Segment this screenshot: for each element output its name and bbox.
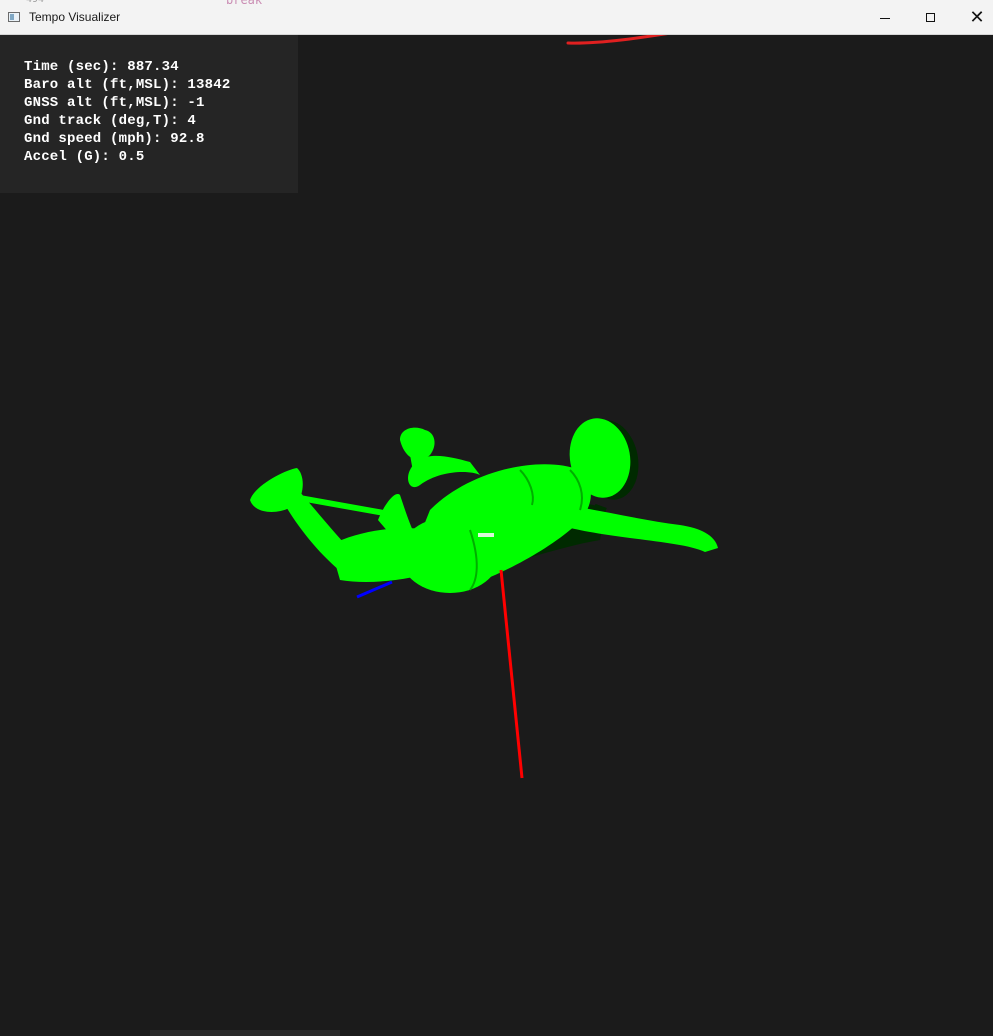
background-window-peek-text: break <box>226 0 263 7</box>
red-annotation-stroke <box>566 35 668 45</box>
blue-axis-line <box>356 580 393 599</box>
telemetry-hud: Time (sec): 887.34 Baro alt (ft,MSL): 13… <box>0 35 298 193</box>
hud-gnss-alt: GNSS alt (ft,MSL): -1 <box>24 95 205 111</box>
background-window-peek: 494 <box>26 0 44 5</box>
hud-time: Time (sec): 887.34 <box>24 59 179 75</box>
hud-gnd-speed: Gnd speed (mph): 92.8 <box>24 131 205 147</box>
minimize-icon <box>880 18 890 19</box>
background-window-peek-bottom <box>150 1030 340 1036</box>
hud-baro-alt: Baro alt (ft,MSL): 13842 <box>24 77 231 93</box>
hud-accel: Accel (G): 0.5 <box>24 149 145 165</box>
window-title: Tempo Visualizer <box>29 10 121 24</box>
app-window-icon <box>8 12 20 22</box>
close-icon: ✕ <box>969 7 985 28</box>
maximize-icon <box>926 13 935 22</box>
skydiver-model <box>250 418 718 593</box>
center-marker <box>478 533 494 537</box>
minimize-button[interactable] <box>862 0 908 35</box>
close-button[interactable]: ✕ <box>954 0 993 35</box>
hud-gnd-track: Gnd track (deg,T): 4 <box>24 113 197 129</box>
title-bar[interactable]: 494 break Tempo Visualizer ✕ <box>0 0 993 35</box>
maximize-button[interactable] <box>908 0 954 35</box>
red-axis-line <box>499 569 524 779</box>
